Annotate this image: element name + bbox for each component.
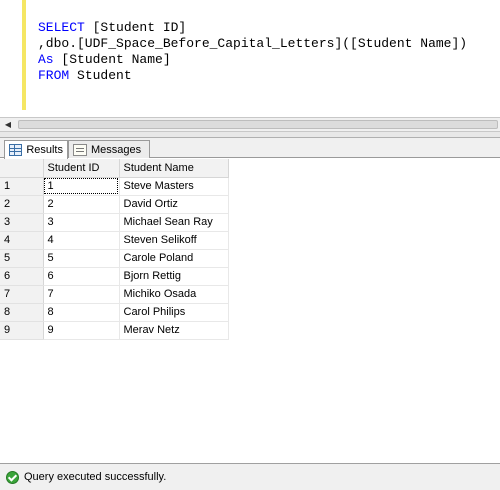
row-number[interactable]: 4 xyxy=(0,231,44,250)
results-pane: Student ID Student Name 1 1 Steve Masters 2… xyxy=(0,159,500,463)
row-number[interactable]: 6 xyxy=(0,267,44,286)
tab-results-label: Results xyxy=(26,144,63,156)
tab-messages-label: Messages xyxy=(91,143,142,156)
sql-keyword: As xyxy=(38,52,54,67)
column-header-student-id[interactable]: Student ID xyxy=(43,159,120,178)
tab-results[interactable]: Results xyxy=(4,140,68,159)
column-header-student-name[interactable]: Student Name xyxy=(119,159,229,178)
sql-text: [Student Name] xyxy=(53,52,171,67)
results-grid: Student ID Student Name 1 1 Steve Masters 2… xyxy=(0,159,229,340)
sql-text: Student xyxy=(69,68,132,83)
row-number[interactable]: 7 xyxy=(0,285,44,304)
code-line: FROM Student xyxy=(38,68,467,84)
row-number[interactable]: 9 xyxy=(0,321,44,340)
code-line: ,dbo.[UDF_Space_Before_Capital_Letters](… xyxy=(38,36,467,52)
row-header-corner[interactable] xyxy=(0,159,44,178)
cell-student-id[interactable]: 9 xyxy=(43,321,120,340)
table-row[interactable]: 4 4 Steven Selikoff xyxy=(0,231,229,250)
success-check-icon xyxy=(6,470,19,484)
cell-student-name[interactable]: Carole Poland xyxy=(119,249,229,268)
cell-student-name[interactable]: Michael Sean Ray xyxy=(119,213,229,232)
code-line: SELECT [Student ID] xyxy=(38,20,467,36)
table-row[interactable]: 1 1 Steve Masters xyxy=(0,177,229,196)
sql-keyword: FROM xyxy=(38,68,70,83)
change-margin-indicator xyxy=(22,0,26,110)
cell-student-id[interactable]: 7 xyxy=(43,285,120,304)
editor-horizontal-scrollbar[interactable]: ◀ xyxy=(0,117,500,132)
result-tabs: Results Messages xyxy=(0,138,500,159)
cell-student-id[interactable]: 6 xyxy=(43,267,120,286)
cell-student-name[interactable]: Steven Selikoff xyxy=(119,231,229,250)
status-bar: Query executed successfully. xyxy=(0,463,500,490)
status-message: Query executed successfully. xyxy=(24,471,167,483)
tab-messages[interactable]: Messages xyxy=(68,140,150,158)
table-row[interactable]: 7 7 Michiko Osada xyxy=(0,285,229,304)
sql-text: ,dbo.[UDF_Space_Before_Capital_Letters](… xyxy=(38,36,468,51)
cell-student-name[interactable]: David Ortiz xyxy=(119,195,229,214)
grid-icon xyxy=(9,144,23,156)
sql-editor[interactable]: SELECT [Student ID] ,dbo.[UDF_Space_Befor… xyxy=(0,0,500,117)
sql-text: [Student ID] xyxy=(84,20,187,35)
row-number[interactable]: 3 xyxy=(0,213,44,232)
scroll-left-icon[interactable]: ◀ xyxy=(0,118,16,131)
table-row[interactable]: 2 2 David Ortiz xyxy=(0,195,229,214)
sql-code[interactable]: SELECT [Student ID] ,dbo.[UDF_Space_Befor… xyxy=(38,20,467,84)
cell-student-name[interactable]: Bjorn Rettig xyxy=(119,267,229,286)
cell-student-id[interactable]: 1 xyxy=(43,177,120,196)
table-row[interactable]: 9 9 Merav Netz xyxy=(0,321,229,340)
row-number[interactable]: 1 xyxy=(0,177,44,196)
sql-keyword: SELECT xyxy=(38,20,85,35)
row-number[interactable]: 8 xyxy=(0,303,44,322)
row-number[interactable]: 5 xyxy=(0,249,44,268)
cell-student-name[interactable]: Michiko Osada xyxy=(119,285,229,304)
scrollbar-thumb[interactable] xyxy=(18,120,498,129)
cell-student-name[interactable]: Steve Masters xyxy=(119,177,229,196)
table-row[interactable]: 3 3 Michael Sean Ray xyxy=(0,213,229,232)
cell-student-id[interactable]: 4 xyxy=(43,231,120,250)
code-line: As [Student Name] xyxy=(38,52,467,68)
cell-student-name[interactable]: Carol Philips xyxy=(119,303,229,322)
table-row[interactable]: 8 8 Carol Philips xyxy=(0,303,229,322)
cell-student-id[interactable]: 3 xyxy=(43,213,120,232)
messages-icon xyxy=(73,143,87,156)
cell-student-id[interactable]: 5 xyxy=(43,249,120,268)
cell-student-id[interactable]: 2 xyxy=(43,195,120,214)
table-row[interactable]: 6 6 Bjorn Rettig xyxy=(0,267,229,286)
cell-student-name[interactable]: Merav Netz xyxy=(119,321,229,340)
cell-student-id[interactable]: 8 xyxy=(43,303,120,322)
row-number[interactable]: 2 xyxy=(0,195,44,214)
table-row[interactable]: 5 5 Carole Poland xyxy=(0,249,229,268)
